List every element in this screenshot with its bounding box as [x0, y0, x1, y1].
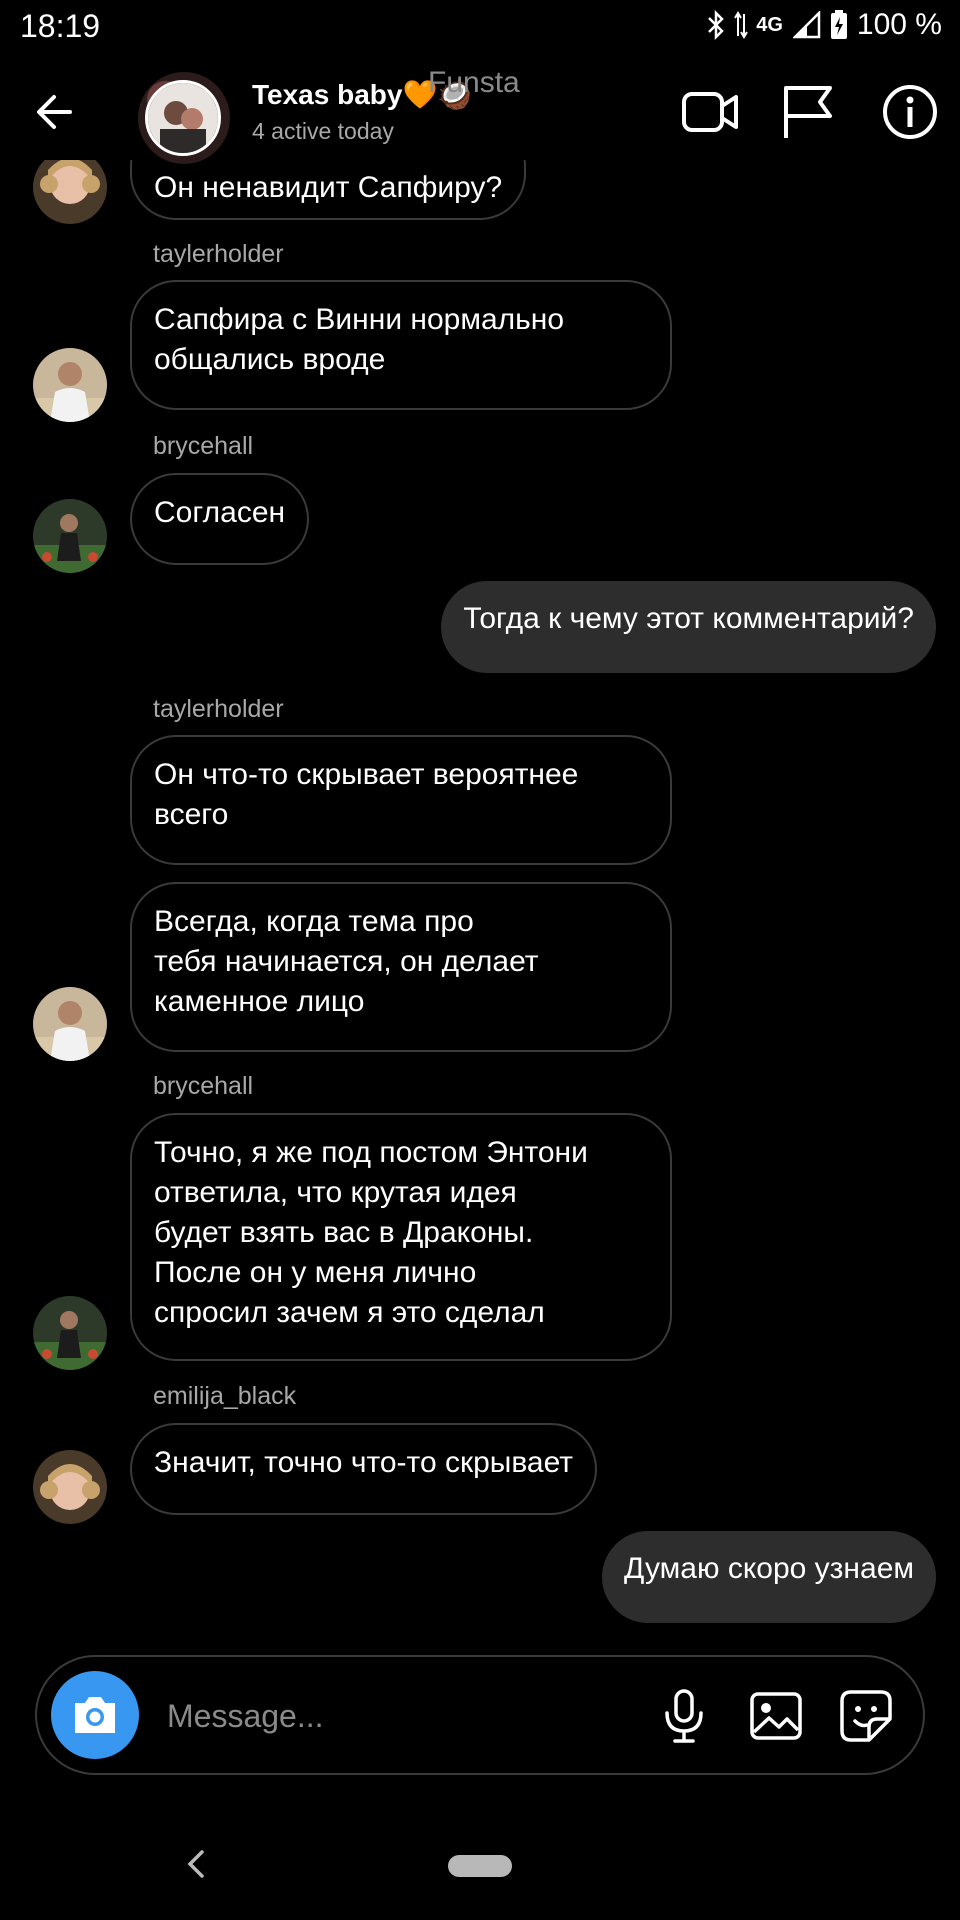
message-bubble[interactable]: Сапфира с Винни нормально общались вроде — [130, 280, 672, 410]
info-icon — [883, 85, 937, 139]
info-button[interactable] — [880, 82, 940, 142]
watermark-label: Funsta — [428, 66, 520, 99]
avatar-brycehall[interactable] — [33, 499, 107, 573]
message-bubble[interactable]: Он что-то скрывает вероятнее всего — [130, 735, 672, 865]
battery-percent: 100 % — [856, 8, 942, 41]
sticker-button[interactable] — [837, 1687, 895, 1745]
gallery-icon — [750, 1692, 802, 1740]
outgoing-message-bubble[interactable]: Думаю скоро узнаем — [602, 1531, 936, 1623]
message-list[interactable]: Он ненавидит Сапфиру? taylerholder Сапфи… — [0, 160, 960, 1640]
sender-username: brycehall — [153, 432, 254, 460]
chevron-left-icon — [187, 1850, 204, 1878]
sender-username: emilija_black — [153, 1382, 297, 1410]
voice-message-button[interactable] — [655, 1687, 713, 1745]
flag-icon — [784, 86, 832, 138]
microphone-icon — [665, 1689, 703, 1743]
camera-icon — [75, 1697, 115, 1733]
status-icons: 4G 100 % — [706, 8, 942, 42]
avatar-emilija-black[interactable] — [33, 1450, 107, 1524]
message-bubble[interactable]: Всегда, когда тема про тебя начинается, … — [130, 882, 672, 1052]
network-type: 4G — [756, 13, 783, 36]
status-bar: 18:19 4G 100 % — [0, 0, 960, 56]
data-arrows-icon — [734, 11, 749, 39]
message-input[interactable] — [165, 1689, 529, 1743]
bluetooth-icon — [708, 10, 725, 40]
avatar-brycehall[interactable] — [33, 1296, 107, 1370]
outgoing-message-bubble[interactable]: Тогда к чему этот комментарий? — [441, 581, 936, 673]
message-bubble[interactable]: Он ненавидит Сапфиру? — [130, 160, 527, 220]
avatar-taylerholder[interactable] — [33, 348, 107, 422]
back-button[interactable] — [30, 86, 82, 138]
active-status: 4 active today — [252, 118, 394, 144]
report-button[interactable] — [778, 82, 838, 142]
system-back-button[interactable] — [178, 1846, 214, 1882]
message-bubble[interactable]: Точно, я же под постом Энтони ответила, … — [130, 1113, 672, 1361]
camera-button[interactable] — [51, 1671, 139, 1759]
group-avatar[interactable] — [145, 80, 221, 156]
status-time: 18:19 — [20, 8, 101, 44]
message-bubble[interactable]: Значит, точно что-то скрывает — [130, 1423, 598, 1515]
battery-icon — [830, 10, 847, 39]
sender-username: taylerholder — [153, 695, 284, 723]
gallery-button[interactable] — [747, 1687, 805, 1745]
sticker-icon — [840, 1690, 892, 1742]
avatar-emilija-black[interactable] — [33, 160, 107, 224]
video-call-icon — [682, 92, 738, 132]
message-bubble[interactable]: Согласен — [130, 473, 310, 565]
sender-username: brycehall — [153, 1072, 254, 1100]
sender-username: taylerholder — [153, 240, 284, 268]
signal-icon — [792, 11, 821, 39]
home-gesture-pill[interactable] — [448, 1855, 512, 1877]
group-avatar-image — [148, 83, 218, 153]
video-call-button[interactable] — [680, 82, 740, 142]
message-composer — [35, 1655, 925, 1775]
avatar-taylerholder[interactable] — [33, 987, 107, 1061]
back-arrow-icon — [37, 95, 72, 129]
